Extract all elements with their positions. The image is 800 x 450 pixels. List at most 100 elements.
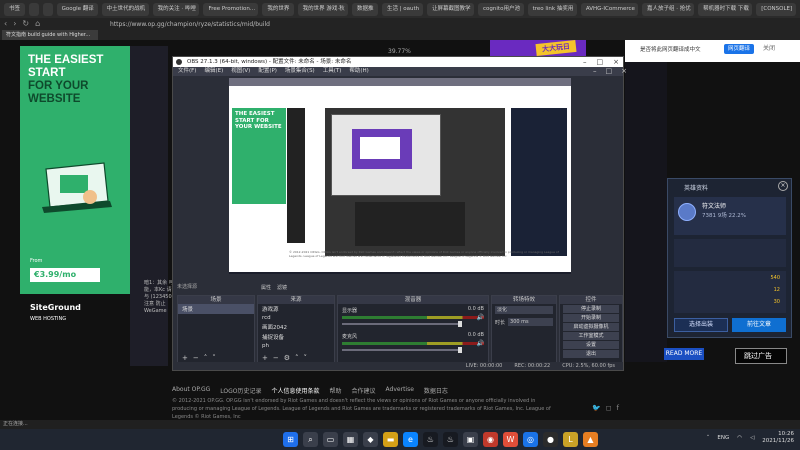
select-build-button[interactable]: 选择出装	[674, 318, 728, 332]
filters-button[interactable]: 滤镜	[277, 284, 287, 291]
speaker-icon[interactable]: 🔊	[477, 340, 484, 347]
footer-link[interactable]: 个人信息使用条款	[272, 386, 320, 395]
close-icon[interactable]: ×	[613, 57, 619, 67]
bookmark-item[interactable]: Free Promotion...	[203, 2, 259, 16]
chrome-icon[interactable]: ◎	[523, 432, 538, 447]
source-item[interactable]: rcd	[258, 314, 334, 322]
steam-icon[interactable]: ♨	[423, 432, 438, 447]
bookmark-item[interactable]: 我的关注 · 哔哩	[152, 2, 200, 16]
studio-mode-button[interactable]: 工作室模式	[563, 332, 619, 340]
add-icon[interactable]: +	[262, 354, 268, 362]
bookmark-item[interactable]: 帮机器时下载 下载	[698, 2, 753, 16]
up-icon[interactable]: ˄	[204, 354, 208, 362]
tab-active[interactable]: 符文指南 build guide with Higher...	[2, 30, 98, 40]
volume-icon[interactable]: ◁	[750, 435, 754, 441]
read-more-button[interactable]: READ MORE	[664, 348, 704, 360]
menu-tools[interactable]: 工具(T)	[323, 67, 342, 76]
widgets-icon[interactable]: ▦	[343, 432, 358, 447]
close-icon[interactable]: ×	[621, 67, 627, 75]
bookmark-item[interactable]: 书签	[4, 2, 25, 16]
stop-recording-button[interactable]: 停止录制	[563, 305, 619, 313]
menu-scene-collection[interactable]: 场景集合(S)	[285, 67, 315, 76]
bookmark-item[interactable]: 我的世界 游戏·秋	[297, 2, 349, 16]
wifi-icon[interactable]: ◠	[737, 435, 742, 441]
menu-help[interactable]: 帮助(H)	[349, 67, 368, 76]
bookmark-item[interactable]: treo link 抽奖用	[527, 2, 577, 16]
up-icon[interactable]: ˄	[295, 354, 299, 362]
menu-file[interactable]: 文件(F)	[178, 67, 196, 76]
scene-item[interactable]: 场景	[178, 304, 254, 314]
obs-icon[interactable]: ●	[543, 432, 558, 447]
bookmark-item[interactable]	[28, 2, 39, 16]
bookmark-item[interactable]: 让屏幕截图教学	[426, 2, 475, 16]
start-icon[interactable]: ⊞	[283, 432, 298, 447]
footer-link[interactable]: 合作建议	[352, 386, 376, 395]
obs-preview[interactable]: THE EASIEST START FOR YOUR WEBSITE © 201…	[229, 78, 571, 274]
source-item[interactable]: 画面2042	[258, 322, 334, 332]
volume-slider[interactable]	[342, 321, 462, 327]
address-bar[interactable]: https://www.op.gg/champion/ryze/statisti…	[0, 18, 800, 30]
bookmark-item[interactable]: 生活 | oauth	[381, 2, 423, 16]
translate-button[interactable]: 网页翻译	[724, 44, 754, 54]
bookmark-item[interactable]: [CONSOLE]	[756, 2, 796, 16]
down-icon[interactable]: ˅	[212, 354, 216, 362]
bookmark-item[interactable]: 我的世界	[262, 2, 294, 16]
translate-close-button[interactable]: 关闭	[763, 44, 783, 54]
footer-link[interactable]: 数据日志	[424, 386, 448, 395]
menu-profile[interactable]: 配置(P)	[258, 67, 277, 76]
menu-view[interactable]: 视图(V)	[231, 67, 250, 76]
down-icon[interactable]: ˅	[304, 354, 308, 362]
clock[interactable]: 10:26 2021/11/26	[762, 431, 794, 445]
bookmark-item[interactable]: AVHG-ICommerce	[580, 2, 639, 16]
facebook-icon[interactable]: f	[617, 404, 619, 412]
speaker-icon[interactable]: 🔊	[477, 314, 484, 321]
bookmark-item[interactable]: 数据推	[352, 2, 378, 16]
forward-icon[interactable]: ›	[13, 18, 16, 30]
menu-edit[interactable]: 编辑(E)	[204, 67, 223, 76]
steam-icon-2[interactable]: ♨	[443, 432, 458, 447]
app-orange-icon[interactable]: ▲	[583, 432, 598, 447]
maximize-icon[interactable]: □	[597, 57, 604, 67]
settings-button[interactable]: 设置	[563, 341, 619, 349]
home-icon[interactable]: ⌂	[35, 18, 40, 30]
exit-button[interactable]: 退出	[563, 350, 619, 358]
app-icon[interactable]: ▣	[463, 432, 478, 447]
source-item[interactable]: ph	[258, 342, 334, 350]
add-icon[interactable]: +	[182, 354, 188, 362]
volume-slider[interactable]	[342, 347, 462, 353]
tray-chevron-icon[interactable]: ˄	[707, 435, 710, 441]
source-item[interactable]: 捕捉设备	[258, 332, 334, 342]
bookmark-item[interactable]: 中土世代的战机	[101, 2, 149, 16]
edge-icon[interactable]: e	[403, 432, 418, 447]
task-view-icon[interactable]: ▭	[323, 432, 338, 447]
start-recording-button[interactable]: 开始录制	[563, 314, 619, 322]
footer-link[interactable]: LOGO历史记录	[220, 386, 261, 395]
netease-icon[interactable]: ◉	[483, 432, 498, 447]
gear-icon[interactable]: ⚙	[284, 354, 290, 362]
explorer-icon[interactable]: ▬	[383, 432, 398, 447]
minimize-icon[interactable]: –	[593, 67, 597, 75]
duration-input[interactable]: 300 ms	[508, 318, 553, 326]
minimize-icon[interactable]: –	[583, 57, 587, 67]
bookmark-item[interactable]	[42, 2, 53, 16]
chat-icon[interactable]: ◆	[363, 432, 378, 447]
transition-select[interactable]: 淡化	[495, 306, 553, 314]
lol-icon[interactable]: L	[563, 432, 578, 447]
twitter-icon[interactable]: 🐦	[592, 404, 601, 412]
bookmark-item[interactable]: Google 翻译	[56, 2, 98, 16]
go-article-button[interactable]: 前往文章	[732, 318, 786, 332]
siteground-ad[interactable]: THE EASIEST START FOR YOUR WEBSITE From …	[20, 46, 130, 322]
wegame-icon[interactable]: W	[503, 432, 518, 447]
virtual-camera-button[interactable]: 启动虚拟摄像机	[563, 323, 619, 331]
bookmark-item[interactable]: 嘉人放子组 · 抢优	[642, 2, 695, 16]
maximize-icon[interactable]: □	[606, 67, 613, 75]
reload-icon[interactable]: ↻	[22, 18, 29, 30]
lang-indicator[interactable]: ENG	[717, 435, 729, 441]
skip-ad-button[interactable]: 跳过广告	[735, 348, 787, 364]
url-text[interactable]: https://www.op.gg/champion/ryze/statisti…	[110, 21, 270, 28]
footer-link[interactable]: About OP.GG	[172, 386, 210, 395]
search-icon[interactable]: ⌕	[303, 432, 318, 447]
close-icon[interactable]: ×	[778, 181, 788, 191]
footer-link[interactable]: 帮助	[330, 386, 342, 395]
bookmark-item[interactable]: cognito用户池	[478, 2, 524, 16]
